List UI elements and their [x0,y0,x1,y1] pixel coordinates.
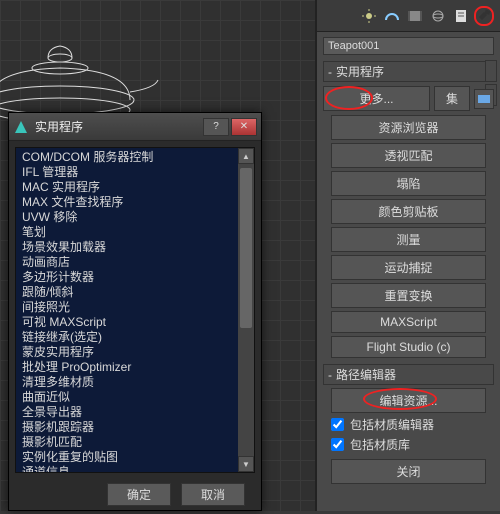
more-button[interactable]: 更多... [323,86,430,111]
sun-icon[interactable] [359,6,379,26]
utilities-dialog: 实用程序 ? ✕ COM/DCOM 服务器控制IFL 管理器MAC 实用程序MA… [8,112,262,511]
dialog-title: 实用程序 [35,118,197,135]
scrollbar[interactable]: ▲ ▼ [238,148,254,472]
list-item[interactable]: COM/DCOM 服务器控制 [18,150,252,165]
list-item[interactable]: 动画商店 [18,255,252,270]
include-mat-lib-checkbox[interactable]: 包括材质库 [331,436,486,453]
utility-button-3[interactable]: 颜色剪贴板 [331,199,486,224]
object-name-input[interactable] [323,37,494,55]
utility-button-4[interactable]: 测量 [331,227,486,252]
list-item[interactable]: 蒙皮实用程序 [18,345,252,360]
utilities-rollout-head[interactable]: -实用程序 [323,61,494,82]
hammer-icon[interactable] [474,6,494,26]
list-item[interactable]: 链接继承(选定) [18,330,252,345]
list-item[interactable]: 笔划 [18,225,252,240]
sets-config-icon[interactable] [474,89,494,109]
list-item[interactable]: 清理多维材质 [18,375,252,390]
utility-button-2[interactable]: 塌陷 [331,171,486,196]
utilities-list[interactable]: COM/DCOM 服务器控制IFL 管理器MAC 实用程序MAX 文件查找程序U… [16,148,254,473]
sets-button[interactable]: 集 [434,86,470,111]
utility-button-8[interactable]: Flight Studio (c) [331,336,486,358]
list-item[interactable]: 曲面近似 [18,390,252,405]
side-slot-1[interactable] [485,60,497,82]
scroll-thumb[interactable] [240,168,252,328]
utility-button-6[interactable]: 重置变换 [331,283,486,308]
list-item[interactable]: 摄影机匹配 [18,435,252,450]
list-item[interactable]: 摄影机跟踪器 [18,420,252,435]
list-item[interactable]: 全景导出器 [18,405,252,420]
path-editor-rollout-head[interactable]: -路径编辑器 [323,364,494,385]
list-item[interactable]: 通道信息 [18,465,252,473]
utility-button-7[interactable]: MAXScript [331,311,486,333]
edit-resources-button[interactable]: 编辑资源... [331,388,486,413]
list-item[interactable]: MAX 文件查找程序 [18,195,252,210]
utility-button-0[interactable]: 资源浏览器 [331,115,486,140]
scroll-down-icon[interactable]: ▼ [238,456,254,472]
command-toolbar [317,0,500,32]
cancel-button[interactable]: 取消 [181,483,245,506]
list-item[interactable]: 跟随/倾斜 [18,285,252,300]
list-item[interactable]: 批处理 ProOptimizer [18,360,252,375]
utility-button-1[interactable]: 透视匹配 [331,143,486,168]
help-button[interactable]: ? [203,118,229,136]
list-item[interactable]: 场景效果加载器 [18,240,252,255]
close-button[interactable]: 关闭 [331,459,486,484]
list-item[interactable]: 可视 MAXScript [18,315,252,330]
list-item[interactable]: 多边形计数器 [18,270,252,285]
list-item[interactable]: 间接照光 [18,300,252,315]
include-mat-editor-checkbox[interactable]: 包括材质编辑器 [331,416,486,433]
utility-button-5[interactable]: 运动捕捉 [331,255,486,280]
close-icon[interactable]: ✕ [231,118,257,136]
film-icon[interactable] [405,6,425,26]
list-item[interactable]: UVW 移除 [18,210,252,225]
app-logo-icon [13,119,29,135]
list-item[interactable]: IFL 管理器 [18,165,252,180]
scroll-up-icon[interactable]: ▲ [238,148,254,164]
script-icon[interactable] [451,6,471,26]
ok-button[interactable]: 确定 [107,483,171,506]
rainbow-icon[interactable] [382,6,402,26]
list-item[interactable]: 实例化重复的贴图 [18,450,252,465]
globe-icon[interactable] [428,6,448,26]
list-item[interactable]: MAC 实用程序 [18,180,252,195]
